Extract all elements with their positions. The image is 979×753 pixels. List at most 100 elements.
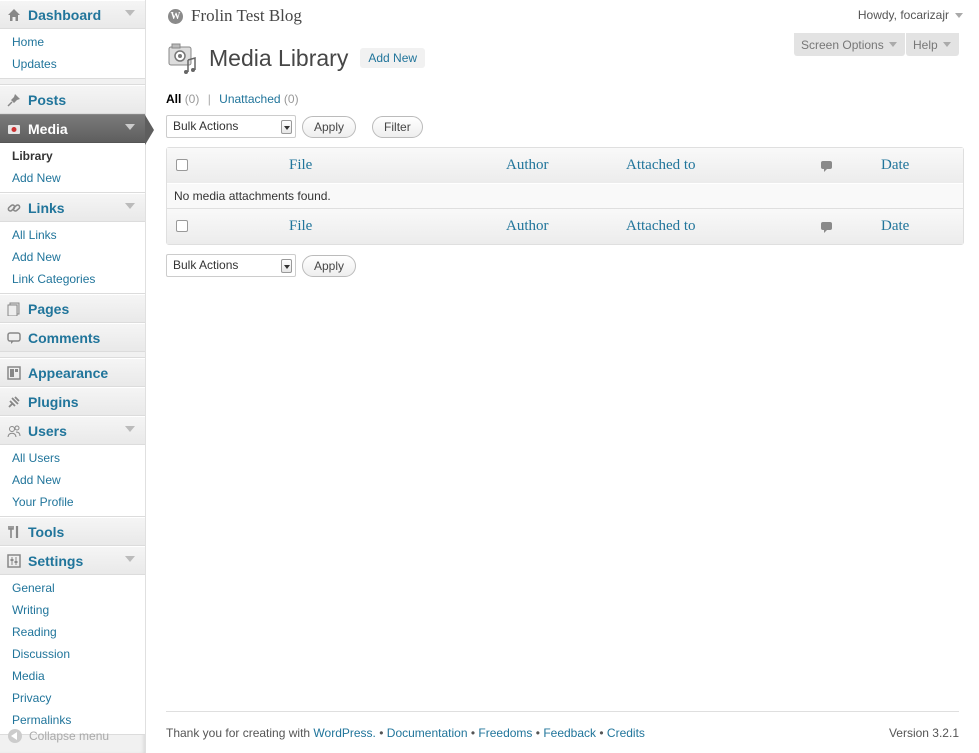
chevron-down-icon[interactable] (125, 556, 135, 562)
menu-media-label: Media (28, 120, 68, 137)
filter-all[interactable]: All (166, 92, 181, 106)
site-title[interactable]: W Frolin Test Blog (168, 6, 302, 26)
menu-settings[interactable]: Settings (0, 546, 145, 575)
bulk-actions-select-bottom[interactable]: Bulk Actions (166, 254, 296, 277)
footer-feedback-link[interactable]: Feedback (543, 726, 596, 740)
submenu-discussion[interactable]: Discussion (0, 643, 145, 665)
menu-dashboard-label: Dashboard (28, 6, 102, 23)
title-row: Media Library Add New (166, 40, 964, 76)
settings-icon (6, 553, 22, 569)
chevron-down-icon[interactable] (125, 124, 135, 130)
apply-label: Apply (314, 119, 345, 134)
appearance-icon (6, 365, 22, 381)
menu-appearance[interactable]: Appearance (0, 358, 145, 387)
pages-icon (6, 301, 22, 317)
submenu-link-categories[interactable]: Link Categories (0, 268, 145, 290)
wordpress-logo-icon: W (168, 8, 183, 24)
admin-sidebar: Dashboard Home Updates Posts Media Libra… (0, 0, 154, 753)
menu-comments[interactable]: Comments (0, 323, 145, 352)
select-all-checkbox[interactable] (176, 220, 188, 232)
tablenav-top: Bulk Actions Apply Filter (166, 114, 964, 139)
tablenav-bottom: Bulk Actions Apply (166, 253, 964, 278)
admin-footer: Thank you for creating with WordPress. •… (166, 711, 959, 740)
site-name-text: Frolin Test Blog (191, 6, 302, 25)
users-icon (6, 423, 22, 439)
menu-plugins-label: Plugins (28, 393, 79, 410)
apply-label: Apply (314, 258, 345, 273)
menu-media[interactable]: Media (0, 114, 154, 145)
submenu-all-links[interactable]: All Links (0, 224, 145, 246)
menu-links[interactable]: Links (0, 193, 145, 222)
menu-appearance-label: Appearance (28, 364, 109, 381)
column-date[interactable]: Date (881, 148, 963, 183)
filter-label: Filter (384, 119, 411, 134)
add-new-button[interactable]: Add New (360, 48, 426, 68)
table-row: No media attachments found. (167, 183, 963, 209)
submenu-writing[interactable]: Writing (0, 599, 145, 621)
comment-bubble-icon[interactable] (821, 161, 832, 172)
footer-documentation-link[interactable]: Documentation (387, 726, 468, 740)
column-attached-to[interactable]: Attached to (626, 209, 821, 244)
filter-unattached-count: (0) (283, 92, 299, 106)
footer-wordpress-link[interactable]: WordPress. (313, 726, 375, 740)
column-author[interactable]: Author (506, 148, 626, 183)
chevron-down-icon[interactable] (125, 426, 135, 432)
menu-posts[interactable]: Posts (0, 85, 145, 114)
filter-button[interactable]: Filter (372, 115, 423, 138)
submenu-all-users[interactable]: All Users (0, 447, 145, 469)
menu-dashboard[interactable]: Dashboard (0, 0, 145, 29)
submenu-settings-media[interactable]: Media (0, 665, 145, 687)
menu-settings-label: Settings (28, 552, 84, 569)
menu-users[interactable]: Users (0, 416, 145, 445)
links-icon (6, 200, 22, 216)
bulk-actions-select[interactable]: Bulk Actions (166, 115, 296, 138)
column-date[interactable]: Date (881, 209, 963, 244)
submenu-reading[interactable]: Reading (0, 621, 145, 643)
plugins-icon (6, 394, 22, 410)
column-author[interactable]: Author (506, 209, 626, 244)
submenu-media-add-new[interactable]: Add New (0, 167, 145, 189)
footer-links: Thank you for creating with WordPress. •… (166, 726, 645, 740)
collapse-menu-label: Collapse menu (29, 729, 110, 743)
submenu-your-profile[interactable]: Your Profile (0, 491, 145, 513)
footer-freedoms-link[interactable]: Freedoms (478, 726, 532, 740)
submenu-library[interactable]: Library (0, 145, 145, 167)
menu-pages[interactable]: Pages (0, 294, 145, 323)
links-submenu: All Links Add New Link Categories (0, 222, 145, 294)
menu-tools[interactable]: Tools (0, 517, 145, 546)
submenu-updates[interactable]: Updates (0, 53, 145, 75)
comments-icon (6, 330, 22, 346)
column-attached-to[interactable]: Attached to (626, 148, 821, 183)
main-content: Media Library Add New All (0) | Unattach… (166, 40, 964, 278)
menu-plugins[interactable]: Plugins (0, 387, 145, 416)
apply-button[interactable]: Apply (302, 115, 357, 138)
collapse-arrow-icon (8, 729, 22, 743)
chevron-down-icon[interactable] (125, 203, 135, 209)
submenu-general[interactable]: General (0, 577, 145, 599)
chevron-down-icon[interactable] (125, 10, 135, 16)
chevron-down-icon (955, 12, 963, 18)
filter-separator: | (207, 92, 211, 106)
submenu-home[interactable]: Home (0, 31, 145, 53)
filter-unattached[interactable]: Unattached (219, 92, 280, 106)
column-file[interactable]: File (289, 209, 506, 244)
submenu-users-add-new[interactable]: Add New (0, 469, 145, 491)
submenu-privacy[interactable]: Privacy (0, 687, 145, 709)
user-greeting[interactable]: Howdy, focarizajr (858, 8, 963, 22)
menu-links-label: Links (28, 199, 65, 216)
users-submenu: All Users Add New Your Profile (0, 445, 145, 517)
footer-thanks: Thank you for creating with (166, 726, 311, 740)
comment-bubble-icon[interactable] (821, 222, 832, 233)
page-title: Media Library (209, 44, 349, 71)
submenu-links-add-new[interactable]: Add New (0, 246, 145, 268)
select-all-checkbox[interactable] (176, 159, 188, 171)
collapse-menu-button[interactable]: Collapse menu (0, 723, 145, 749)
footer-credits-link[interactable]: Credits (607, 726, 645, 740)
footer-bullet: • (470, 726, 476, 740)
column-file[interactable]: File (289, 148, 506, 183)
footer-bullet: • (379, 726, 384, 740)
menu-posts-label: Posts (28, 91, 67, 108)
status-filters: All (0) | Unattached (0) (166, 92, 964, 106)
apply-button-bottom[interactable]: Apply (302, 254, 357, 277)
filter-all-count: (0) (184, 92, 200, 106)
